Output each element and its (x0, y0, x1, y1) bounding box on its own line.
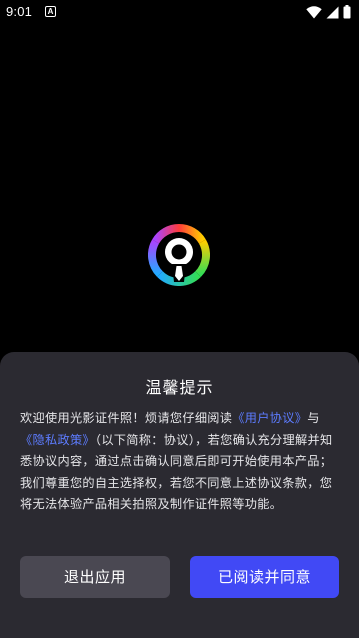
notification-icon: A (45, 6, 56, 17)
privacy-dialog: 温馨提示 欢迎使用光影证件照！烦请您仔细阅读《用户协议》与《隐私政策》（以下简称… (0, 352, 359, 638)
dialog-and-text: 与 (307, 411, 320, 425)
app-logo-icon (148, 223, 210, 287)
agree-button[interactable]: 已阅读并同意 (190, 556, 339, 598)
cellular-signal-icon (326, 6, 339, 18)
dialog-title: 温馨提示 (145, 378, 214, 397)
exit-app-button[interactable]: 退出应用 (20, 556, 170, 598)
splash-screen: 9:01 A 温馨提示 欢迎使用光影证件照！烦请您仔细阅读《用户协议》与《隐私政… (0, 0, 359, 638)
wifi-icon (306, 5, 322, 19)
user-agreement-link[interactable]: 《用户协议》 (232, 411, 307, 425)
status-time: 9:01 (6, 4, 33, 19)
status-icons (306, 5, 351, 19)
battery-icon (343, 5, 351, 19)
dialog-intro-text: 欢迎使用光影证件照！烦请您仔细阅读 (20, 411, 233, 425)
privacy-policy-link[interactable]: 《隐私政策》 (20, 433, 95, 447)
status-bar: 9:01 A (0, 0, 359, 24)
dialog-body: 欢迎使用光影证件照！烦请您仔细阅读《用户协议》与《隐私政策》（以下简称：协议），… (20, 408, 342, 516)
